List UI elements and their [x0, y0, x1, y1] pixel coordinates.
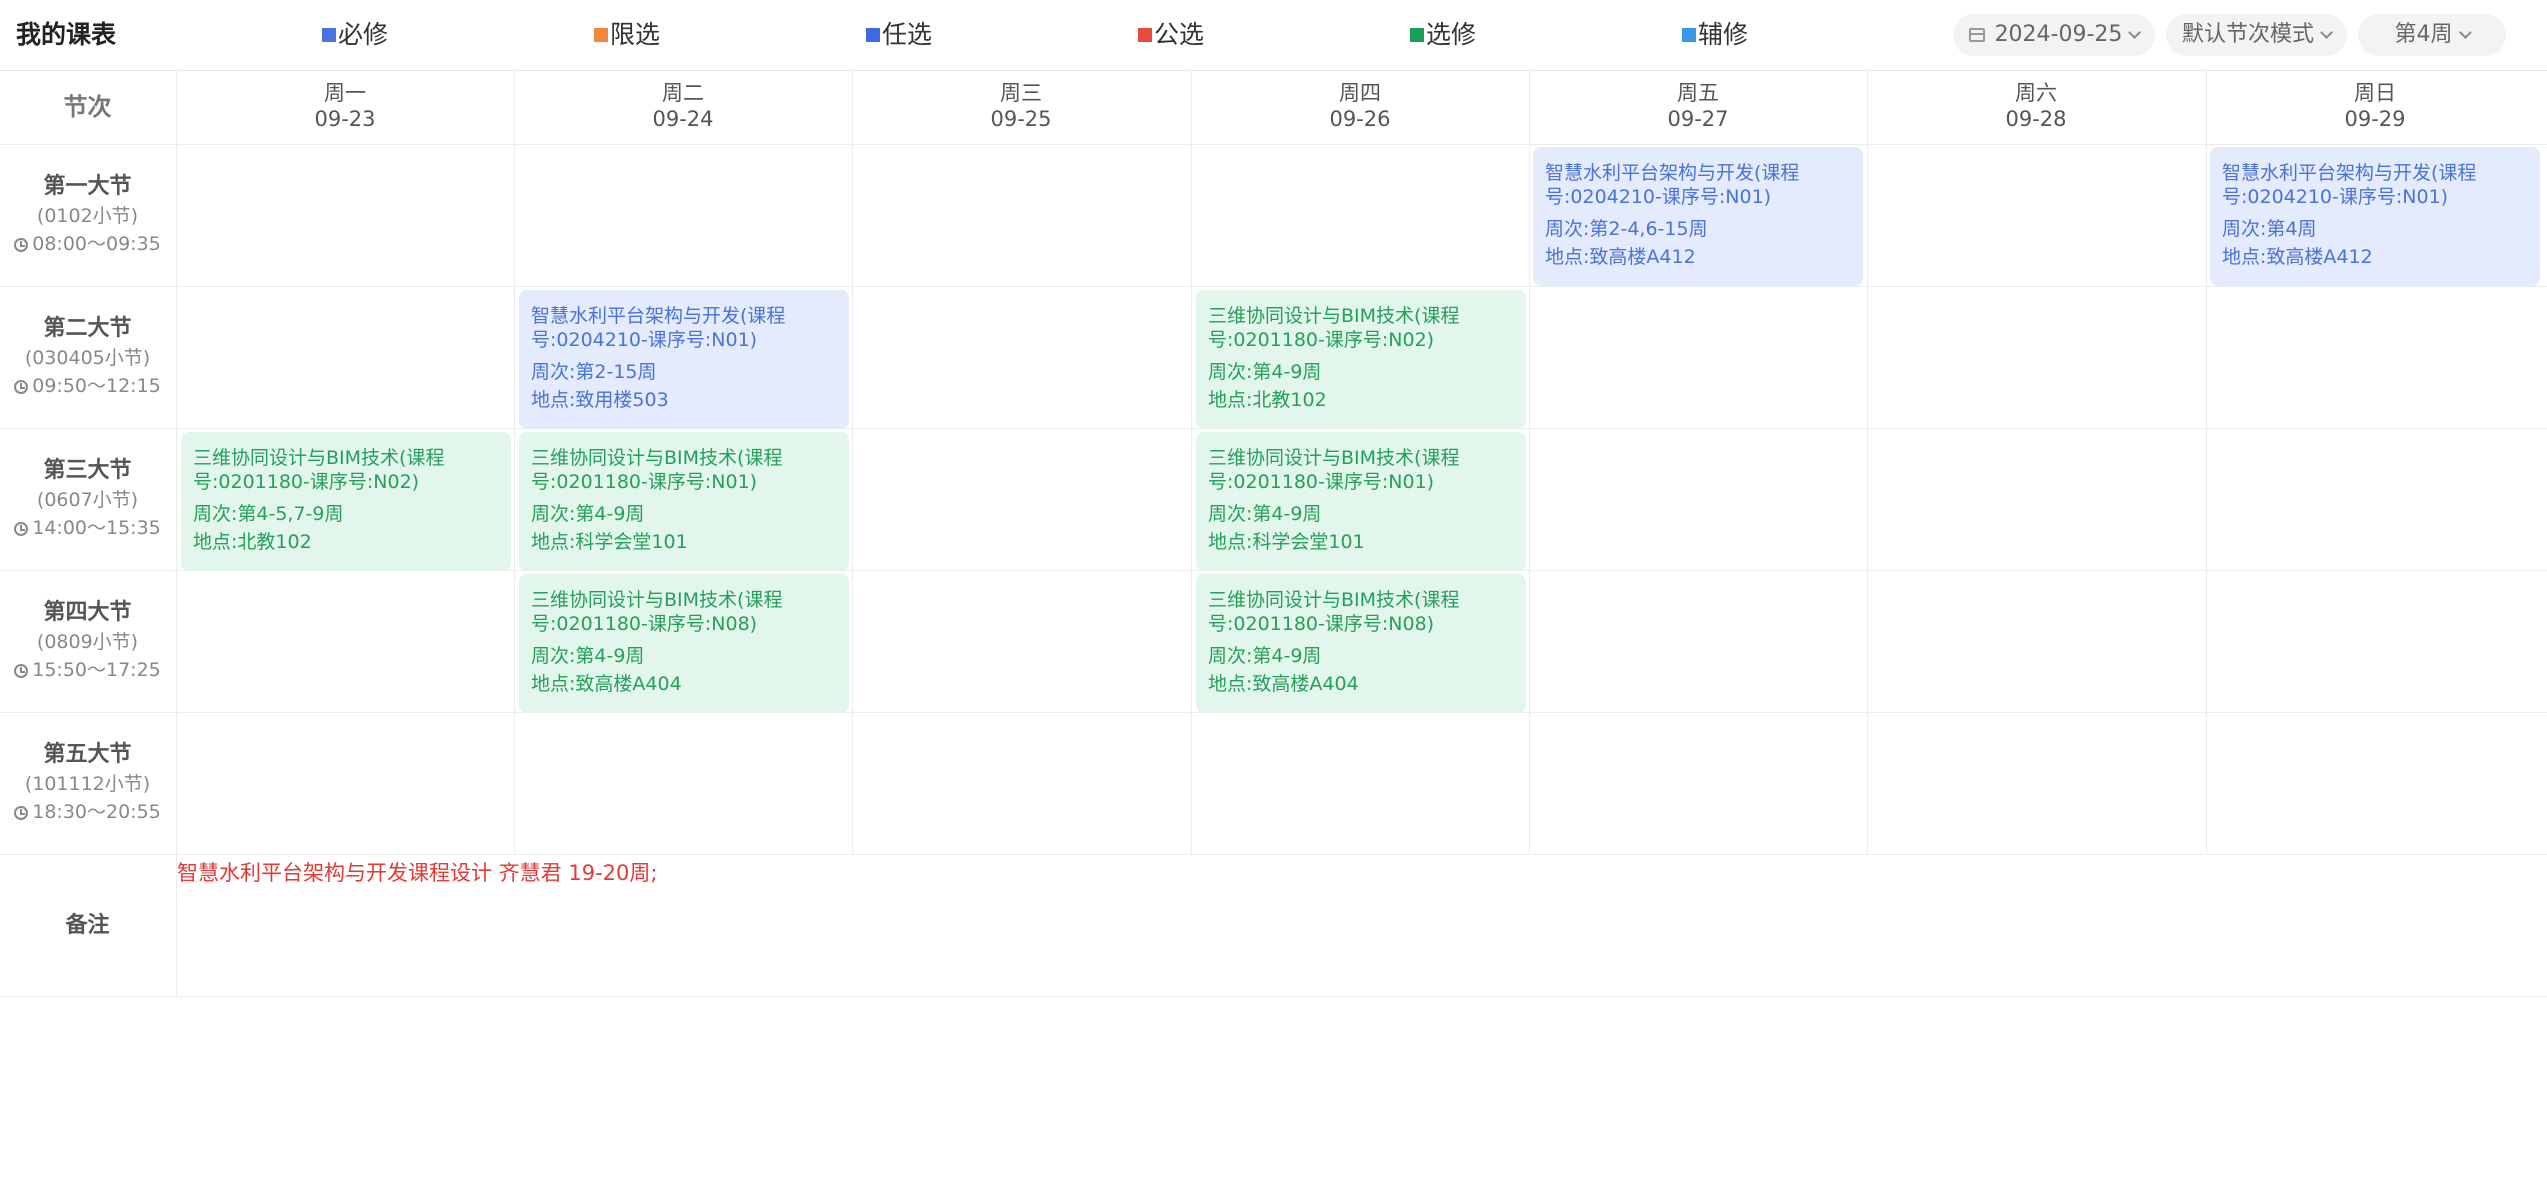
week-select[interactable]: 第4周: [2358, 14, 2506, 56]
clock-icon: [14, 238, 29, 252]
clock-icon: [14, 522, 29, 536]
day-header-mon: 周一 09-23: [314, 81, 376, 131]
clock-icon: [14, 664, 29, 678]
course-card[interactable]: 三维协同设计与BIM技术(课程号:0201180-课序号:N08) 周次:第4-…: [1196, 574, 1526, 713]
mode-select[interactable]: 默认节次模式: [2166, 14, 2347, 56]
legend-item-optional: 任选: [866, 18, 932, 52]
date-value: 2024-09-25: [1994, 22, 2123, 47]
course-card[interactable]: 三维协同设计与BIM技术(课程号:0201180-课序号:N02) 周次:第4-…: [181, 432, 511, 571]
clock-icon: [14, 380, 29, 394]
legend-item-limited: 限选: [594, 18, 660, 52]
legend-square-icon: [594, 28, 608, 42]
calendar-icon: [1968, 28, 1985, 42]
chevron-down-icon: [2458, 26, 2472, 39]
day-header-sun: 周日 09-29: [2344, 81, 2406, 131]
period-column-header: 节次: [63, 93, 112, 121]
period-5: 第五大节 (101112小节) 18:30～20:55: [0, 740, 175, 826]
legend-item-public: 公选: [1138, 18, 1204, 52]
remark-text: 智慧水利平台架构与开发课程设计 齐慧君 19-20周;: [177, 861, 658, 885]
chevron-down-icon: [2320, 26, 2333, 39]
period-3: 第三大节 (0607小节) 14:00～15:35: [0, 456, 175, 542]
course-card[interactable]: 三维协同设计与BIM技术(课程号:0201180-课序号:N08) 周次:第4-…: [519, 574, 849, 713]
period-2: 第二大节 (030405小节) 09:50～12:15: [0, 314, 175, 400]
legend-square-icon: [1682, 28, 1696, 42]
legend-item-required: 必修: [322, 18, 388, 52]
chevron-down-icon: [2128, 26, 2142, 39]
course-card[interactable]: 智慧水利平台架构与开发(课程号:0204210-课序号:N01) 周次:第2-4…: [1533, 147, 1863, 286]
period-4: 第四大节 (0809小节) 15:50～17:25: [0, 598, 175, 684]
day-header-wed: 周三 09-25: [990, 81, 1052, 131]
legend-square-icon: [1138, 28, 1152, 42]
day-header-tue: 周二 09-24: [652, 81, 714, 131]
day-header-fri: 周五 09-27: [1667, 81, 1729, 131]
course-card[interactable]: 三维协同设计与BIM技术(课程号:0201180-课序号:N02) 周次:第4-…: [1196, 290, 1526, 429]
course-card[interactable]: 智慧水利平台架构与开发(课程号:0204210-课序号:N01) 周次:第2-1…: [519, 290, 849, 429]
course-card[interactable]: 三维协同设计与BIM技术(课程号:0201180-课序号:N01) 周次:第4-…: [1196, 432, 1526, 571]
legend-square-icon: [866, 28, 880, 42]
course-card[interactable]: 智慧水利平台架构与开发(课程号:0204210-课序号:N01) 周次:第4周 …: [2210, 147, 2540, 286]
legend-item-minor: 辅修: [1682, 18, 1748, 52]
day-header-sat: 周六 09-28: [2005, 81, 2067, 131]
clock-icon: [14, 806, 29, 820]
remark-label: 备注: [65, 913, 110, 938]
week-value: 第4周: [2394, 22, 2453, 47]
period-1: 第一大节 (0102小节) 08:00～09:35: [0, 172, 175, 258]
day-header-thu: 周四 09-26: [1329, 81, 1391, 131]
top-bar: 我的课表 必修 限选 任选 公选 选修 辅修 2024-09-25 默认节次模式…: [0, 0, 2547, 71]
mode-value: 默认节次模式: [2181, 22, 2314, 47]
legend-square-icon: [322, 28, 336, 42]
course-card[interactable]: 三维协同设计与BIM技术(课程号:0201180-课序号:N01) 周次:第4-…: [519, 432, 849, 571]
legend-item-elective: 选修: [1410, 18, 1476, 52]
date-picker[interactable]: 2024-09-25: [1953, 14, 2155, 56]
page-title: 我的课表: [16, 20, 117, 49]
legend-square-icon: [1410, 28, 1424, 42]
